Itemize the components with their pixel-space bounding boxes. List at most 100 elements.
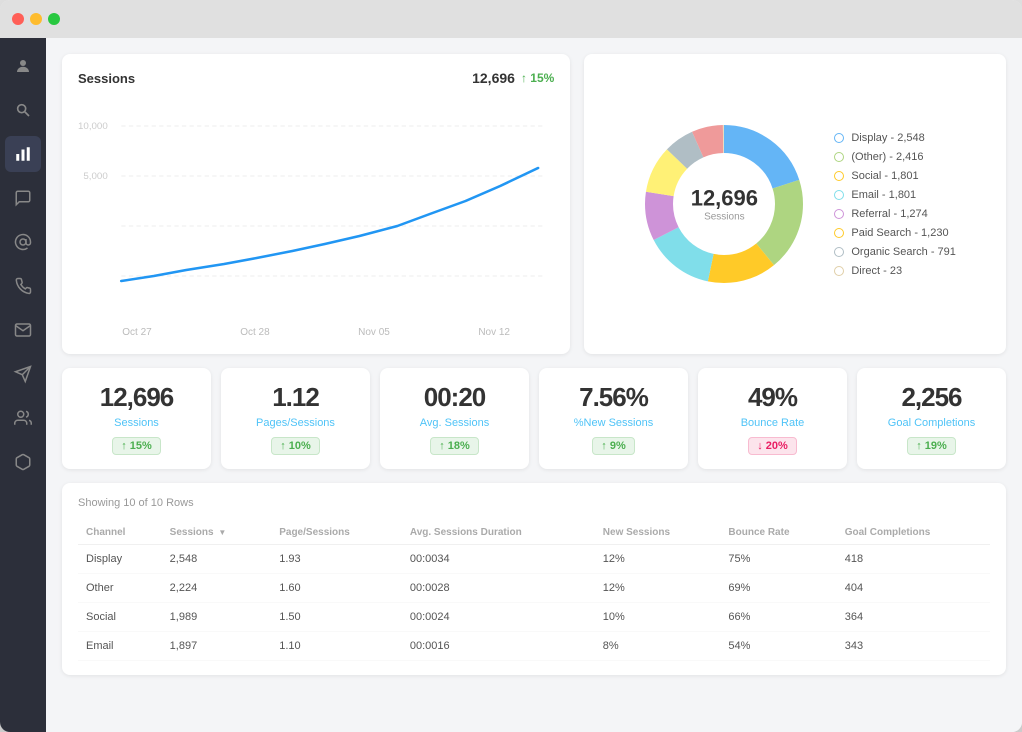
metric-value-goals: 2,256 <box>901 382 961 413</box>
sidebar-item-send[interactable] <box>5 356 41 392</box>
table-row: Email 1,897 1.10 00:0016 8% 54% 343 <box>78 632 990 661</box>
sidebar-item-avatar[interactable] <box>5 48 41 84</box>
sidebar-item-search[interactable] <box>5 92 41 128</box>
legend-dot-referral <box>834 209 844 219</box>
donut-center-label: Sessions <box>691 212 758 223</box>
donut-chart-wrap: 12,696 Sessions <box>634 114 814 294</box>
legend-label-display: Display - 2,548 <box>851 132 924 144</box>
cell-new-sessions-3: 10% <box>595 603 721 632</box>
sidebar <box>0 38 46 732</box>
cell-sessions-3: 1,989 <box>162 603 272 632</box>
sessions-title: Sessions <box>78 71 135 86</box>
metric-badge-goals: ↑ 19% <box>907 437 956 455</box>
legend-dot-display <box>834 133 844 143</box>
metric-card-bounce: 49% Bounce Rate ↓ 20% <box>698 368 847 469</box>
legend-item-display: Display - 2,548 <box>834 132 956 144</box>
metric-card-goals: 2,256 Goal Completions ↑ 19% <box>857 368 1006 469</box>
sessions-line-chart: 10,000 5,000 <box>78 96 554 316</box>
legend-label-other: (Other) - 2,416 <box>851 151 923 163</box>
top-row: Sessions 12,696 ↑ 15% <box>62 54 1006 354</box>
sort-arrow-sessions: ▼ <box>218 528 226 537</box>
donut-legend: Display - 2,548 (Other) - 2,416 Social -… <box>834 132 956 277</box>
table-subtitle: Showing 10 of 10 Rows <box>78 497 990 509</box>
main-content: Sessions 12,696 ↑ 15% <box>46 38 1022 732</box>
cell-sessions-1: 2,548 <box>162 545 272 574</box>
metric-card-avg-sessions: 00:20 Avg. Sessions ↑ 18% <box>380 368 529 469</box>
table-row: Display 2,548 1.93 00:0034 12% 75% 418 <box>78 545 990 574</box>
sessions-total-badge: 12,696 ↑ 15% <box>472 70 554 86</box>
x-label-1: Oct 27 <box>122 327 151 338</box>
cell-new-sessions-2: 12% <box>595 574 721 603</box>
col-header-avg-duration[interactable]: Avg. Sessions Duration <box>402 521 595 545</box>
legend-item-social: Social - 1,801 <box>834 170 956 182</box>
table-body: Display 2,548 1.93 00:0034 12% 75% 418 O… <box>78 545 990 661</box>
metric-badge-avg-sessions: ↑ 18% <box>430 437 479 455</box>
sessions-card-header: Sessions 12,696 ↑ 15% <box>78 70 554 86</box>
legend-label-direct: Direct - 23 <box>851 265 902 277</box>
sidebar-item-phone[interactable] <box>5 268 41 304</box>
app-window: Sessions 12,696 ↑ 15% <box>0 0 1022 732</box>
metric-label-sessions: Sessions <box>114 417 159 429</box>
sessions-change: ↑ 15% <box>521 71 554 85</box>
cell-goals-2: 404 <box>837 574 990 603</box>
metric-label-avg-sessions: Avg. Sessions <box>420 417 490 429</box>
legend-label-referral: Referral - 1,274 <box>851 208 927 220</box>
data-table: Channel Sessions ▼ Page/Sessions Avg. Se… <box>78 521 990 661</box>
donut-center-value: 12,696 <box>691 186 758 212</box>
col-header-new-sessions[interactable]: New Sessions <box>595 521 721 545</box>
cell-bounce-3: 66% <box>720 603 836 632</box>
sessions-chart-card: Sessions 12,696 ↑ 15% <box>62 54 570 354</box>
metric-card-pages: 1.12 Pages/Sessions ↑ 10% <box>221 368 370 469</box>
metric-badge-new-sessions: ↑ 9% <box>592 437 634 455</box>
col-header-bounce-rate[interactable]: Bounce Rate <box>720 521 836 545</box>
cell-avg-duration-3: 00:0024 <box>402 603 595 632</box>
legend-item-direct: Direct - 23 <box>834 265 956 277</box>
cell-avg-duration-2: 00:0028 <box>402 574 595 603</box>
legend-label-social: Social - 1,801 <box>851 170 918 182</box>
cell-new-sessions-4: 8% <box>595 632 721 661</box>
minimize-button[interactable] <box>30 13 42 25</box>
cell-new-sessions-1: 12% <box>595 545 721 574</box>
close-button[interactable] <box>12 13 24 25</box>
cell-channel-4: Email <box>78 632 162 661</box>
col-header-goal-completions[interactable]: Goal Completions <box>837 521 990 545</box>
legend-dot-other <box>834 152 844 162</box>
legend-dot-organic-search <box>834 247 844 257</box>
cell-avg-duration-4: 00:0016 <box>402 632 595 661</box>
maximize-button[interactable] <box>48 13 60 25</box>
cell-sessions-4: 1,897 <box>162 632 272 661</box>
cell-avg-duration-1: 00:0034 <box>402 545 595 574</box>
col-header-page-sessions[interactable]: Page/Sessions <box>271 521 402 545</box>
cell-goals-4: 343 <box>837 632 990 661</box>
cell-bounce-1: 75% <box>720 545 836 574</box>
donut-chart-card: 12,696 Sessions Display - 2,548 (Other) … <box>584 54 1006 354</box>
cell-channel-3: Social <box>78 603 162 632</box>
sidebar-item-chart[interactable] <box>5 136 41 172</box>
metric-value-new-sessions: 7.56% <box>579 382 648 413</box>
svg-text:5,000: 5,000 <box>83 171 107 181</box>
sidebar-item-chat[interactable] <box>5 180 41 216</box>
cell-page-sessions-3: 1.50 <box>271 603 402 632</box>
metric-card-new-sessions: 7.56% %New Sessions ↑ 9% <box>539 368 688 469</box>
sidebar-item-users[interactable] <box>5 400 41 436</box>
sidebar-item-at[interactable] <box>5 224 41 260</box>
legend-dot-email <box>834 190 844 200</box>
legend-label-paid-search: Paid Search - 1,230 <box>851 227 948 239</box>
cell-page-sessions-2: 1.60 <box>271 574 402 603</box>
cell-page-sessions-4: 1.10 <box>271 632 402 661</box>
legend-item-email: Email - 1,801 <box>834 189 956 201</box>
table-card: Showing 10 of 10 Rows Channel Sessions ▼… <box>62 483 1006 675</box>
sidebar-item-box[interactable] <box>5 444 41 480</box>
legend-item-organic-search: Organic Search - 791 <box>834 246 956 258</box>
sidebar-item-mail[interactable] <box>5 312 41 348</box>
table-row: Other 2,224 1.60 00:0028 12% 69% 404 <box>78 574 990 603</box>
metric-label-pages: Pages/Sessions <box>256 417 335 429</box>
sessions-chart-area: 10,000 5,000 Oct 27 Oct 28 Nov 05 Nov 12 <box>78 96 554 326</box>
col-header-sessions[interactable]: Sessions ▼ <box>162 521 272 545</box>
cell-channel-1: Display <box>78 545 162 574</box>
metric-value-bounce: 49% <box>748 382 797 413</box>
metric-value-pages: 1.12 <box>272 382 319 413</box>
cell-goals-1: 418 <box>837 545 990 574</box>
metric-label-new-sessions: %New Sessions <box>574 417 653 429</box>
col-header-channel[interactable]: Channel <box>78 521 162 545</box>
